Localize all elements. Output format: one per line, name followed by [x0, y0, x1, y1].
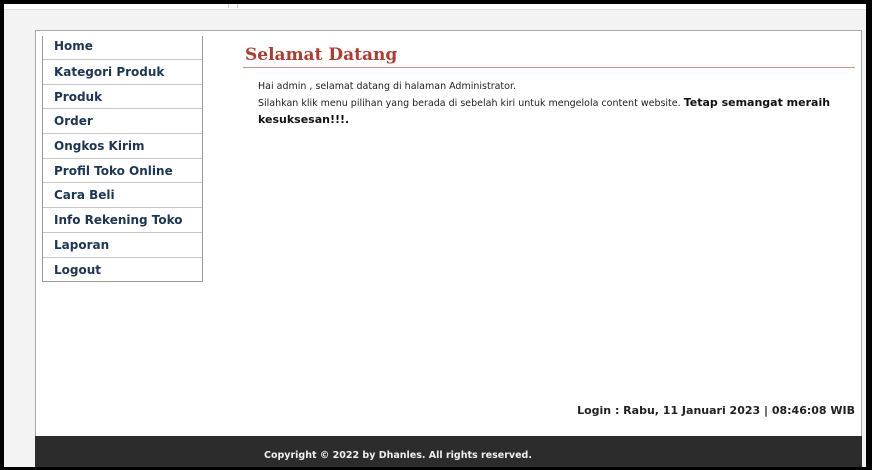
copyright-text: Copyright © 2022 by Dhanles. All rights …: [264, 450, 532, 461]
top-strip: [4, 4, 866, 10]
sidebar-item-info-rekening-toko[interactable]: Info Rekening Toko: [43, 207, 202, 232]
sidebar-item-profil-toko-online[interactable]: Profil Toko Online: [43, 157, 202, 183]
greeting-text: Hai admin , selamat datang di halaman Ad…: [258, 81, 517, 92]
sidebar-item-home[interactable]: Home: [43, 36, 202, 59]
page-title: Selamat Datang: [243, 45, 855, 68]
sidebar-item-cara-beli[interactable]: Cara Beli: [43, 182, 202, 207]
sidebar-item-produk[interactable]: Produk: [43, 83, 202, 109]
main-content: Selamat Datang Hai admin , selamat datan…: [243, 45, 855, 129]
browser-viewport: Home Kategori Produk Produk Order Ongkos…: [4, 4, 866, 467]
sidebar-item-ongkos-kirim[interactable]: Ongkos Kirim: [43, 133, 202, 158]
welcome-message: Hai admin , selamat datang di halaman Ad…: [243, 79, 855, 129]
admin-page: Home Kategori Produk Produk Order Ongkos…: [35, 30, 862, 467]
sidebar-item-logout[interactable]: Logout: [43, 256, 202, 282]
instruction-text: Silahkan klik menu pilihan yang berada d…: [258, 98, 681, 109]
sidebar-item-laporan[interactable]: Laporan: [43, 231, 202, 257]
sidebar-item-kategori-produk[interactable]: Kategori Produk: [43, 59, 202, 84]
instruction-paragraph: Silahkan klik menu pilihan yang berada d…: [258, 95, 855, 129]
sidebar-menu: Home Kategori Produk Produk Order Ongkos…: [42, 36, 203, 283]
footer: Copyright © 2022 by Dhanles. All rights …: [35, 436, 862, 467]
login-timestamp: Login : Rabu, 11 Januari 2023 | 08:46:08…: [577, 404, 855, 417]
sidebar-item-order[interactable]: Order: [43, 108, 202, 133]
top-strip-mark: [228, 4, 238, 8]
